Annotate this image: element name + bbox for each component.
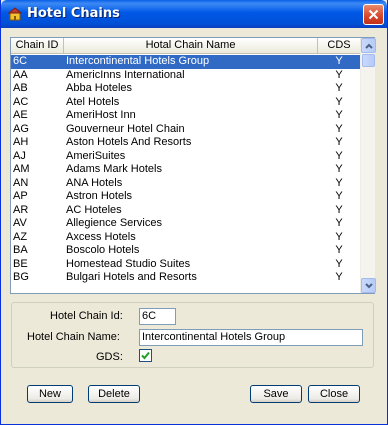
- table-row[interactable]: AA AmericInns International Y: [11, 69, 360, 83]
- table-header: Chain ID Hotal Chain Name CDS: [11, 38, 360, 54]
- scrollbar-thumb[interactable]: [362, 54, 375, 67]
- column-header-cds[interactable]: CDS: [318, 38, 360, 54]
- save-button[interactable]: Save: [250, 385, 302, 403]
- table-row[interactable]: AM Adams Mark Hotels Y: [11, 163, 360, 177]
- column-header-chain-id[interactable]: Chain ID: [11, 38, 64, 54]
- chain-name-field[interactable]: Intercontinental Hotels Group: [139, 329, 363, 346]
- checkmark-icon: [141, 351, 150, 360]
- chain-id-cell: BG: [13, 271, 29, 283]
- chain-name-cell: Atel Hotels: [66, 95, 120, 108]
- window-title: Hotel Chains: [27, 6, 120, 21]
- chain-name-cell: Gouverneur Hotel Chain: [66, 122, 185, 135]
- cds-cell: Y: [335, 55, 343, 67]
- table-row[interactable]: AV Allegience Services Y: [11, 217, 360, 231]
- hotel-chains-table[interactable]: Chain ID Hotal Chain Name CDS 6C Intercon…: [10, 37, 376, 294]
- table-row[interactable]: AG Gouverneur Hotel Chain Y: [11, 123, 360, 137]
- chain-name-cell: AC Hoteles: [66, 203, 122, 216]
- chain-name-cell: Adams Mark Hotels: [66, 163, 162, 175]
- hotel-chain-detail-panel: Hotel Chain Id: 6C Hotel Chain Name: Int…: [11, 302, 374, 368]
- chain-id-cell: AN: [13, 176, 29, 189]
- cds-cell: Y: [335, 217, 343, 229]
- chain-name-cell: Abba Hoteles: [66, 82, 133, 94]
- chevron-down-icon: [365, 283, 373, 289]
- chain-id-cell: AH: [13, 136, 29, 148]
- chain-name-cell: AmericInns International: [66, 68, 185, 81]
- chain-name-cell: Boscolo Hotels: [66, 244, 140, 256]
- chain-id-cell: AC: [13, 95, 29, 108]
- chain-name-cell: Homestead Studio Suites: [66, 257, 191, 270]
- table-row[interactable]: AZ Axcess Hotels Y: [11, 231, 360, 245]
- chain-id-cell: AE: [13, 109, 28, 121]
- chain-id-cell: BE: [13, 257, 28, 270]
- table-row[interactable]: BG Bulgari Hotels and Resorts Y: [11, 271, 360, 285]
- close-icon: [368, 9, 379, 20]
- cds-cell: Y: [335, 230, 343, 243]
- cds-cell: Y: [335, 68, 343, 81]
- chain-id-cell: AJ: [13, 149, 26, 162]
- cds-cell: Y: [335, 109, 343, 121]
- close-window-button[interactable]: [363, 4, 384, 25]
- chain-name-cell: Axcess Hotels: [66, 230, 136, 243]
- chain-id-cell: AG: [13, 122, 29, 135]
- chain-name-cell: AmeriSuites: [66, 149, 126, 162]
- chain-name-cell: Intercontinental Hotels Group: [66, 55, 210, 67]
- table-row[interactable]: AE AmeriHost Inn Y: [11, 109, 360, 123]
- cds-cell: Y: [335, 257, 343, 270]
- hotel-chains-window: Hotel Chains Chain ID Hotal Chain Name C…: [0, 0, 388, 425]
- table-row[interactable]: AC Atel Hotels Y: [11, 96, 360, 110]
- chain-name-label: Hotel Chain Name:: [27, 331, 120, 343]
- vertical-scrollbar[interactable]: [360, 38, 376, 293]
- table-row[interactable]: AN ANA Hotels Y: [11, 177, 360, 191]
- gds-checkbox[interactable]: [139, 349, 152, 362]
- chain-id-cell: AZ: [13, 230, 28, 243]
- scroll-up-button[interactable]: [361, 38, 376, 53]
- table-row[interactable]: BA Boscolo Hotels Y: [11, 244, 360, 258]
- cds-cell: Y: [335, 203, 343, 216]
- table-row[interactable]: AJ AmeriSuites Y: [11, 150, 360, 164]
- cds-cell: Y: [335, 190, 343, 202]
- gds-label: GDS:: [96, 351, 123, 363]
- table-row[interactable]: 6C Intercontinental Hotels Group Y: [11, 55, 360, 69]
- hotel-chains-app-icon: [7, 7, 23, 21]
- chain-id-field[interactable]: 6C: [139, 308, 176, 325]
- chain-name-cell: Aston Hotels And Resorts: [66, 136, 192, 148]
- cds-cell: Y: [335, 244, 343, 256]
- delete-button[interactable]: Delete: [88, 385, 140, 403]
- chain-id-cell: AM: [13, 163, 30, 175]
- chain-id-cell: AP: [13, 190, 28, 202]
- column-header-chain-name[interactable]: Hotal Chain Name: [64, 38, 318, 54]
- table-row[interactable]: AB Abba Hoteles Y: [11, 82, 360, 96]
- table-row[interactable]: BE Homestead Studio Suites Y: [11, 258, 360, 272]
- chevron-up-icon: [365, 43, 373, 49]
- chain-name-cell: ANA Hotels: [66, 176, 123, 189]
- table-body: 6C Intercontinental Hotels Group Y AA Americ…: [11, 55, 360, 285]
- chain-name-cell: AmeriHost Inn: [66, 109, 136, 121]
- cds-cell: Y: [335, 95, 343, 108]
- cds-cell: Y: [335, 149, 343, 162]
- chain-id-label: Hotel Chain Id:: [50, 310, 123, 322]
- cds-cell: Y: [335, 82, 343, 94]
- chain-id-cell: AR: [13, 203, 29, 216]
- title-bar: Hotel Chains: [1, 0, 387, 28]
- cds-cell: Y: [335, 176, 343, 189]
- cds-cell: Y: [335, 163, 343, 175]
- chain-id-cell: 6C: [13, 55, 28, 67]
- cds-cell: Y: [335, 122, 343, 135]
- chain-id-cell: AB: [13, 82, 28, 94]
- chain-id-cell: BA: [13, 244, 28, 256]
- table-row[interactable]: AP Astron Hotels Y: [11, 190, 360, 204]
- table-row[interactable]: AR AC Hoteles Y: [11, 204, 360, 218]
- chain-name-cell: Bulgari Hotels and Resorts: [66, 271, 197, 283]
- cds-cell: Y: [335, 136, 343, 148]
- chain-name-cell: Astron Hotels: [66, 190, 133, 202]
- chain-name-cell: Allegience Services: [66, 217, 162, 229]
- new-button[interactable]: New: [27, 385, 73, 403]
- close-button[interactable]: Close: [308, 385, 360, 403]
- scroll-down-button[interactable]: [361, 278, 376, 293]
- table-row[interactable]: AH Aston Hotels And Resorts Y: [11, 136, 360, 150]
- chain-id-cell: AV: [13, 217, 27, 229]
- chain-id-cell: AA: [13, 68, 28, 81]
- cds-cell: Y: [335, 271, 343, 283]
